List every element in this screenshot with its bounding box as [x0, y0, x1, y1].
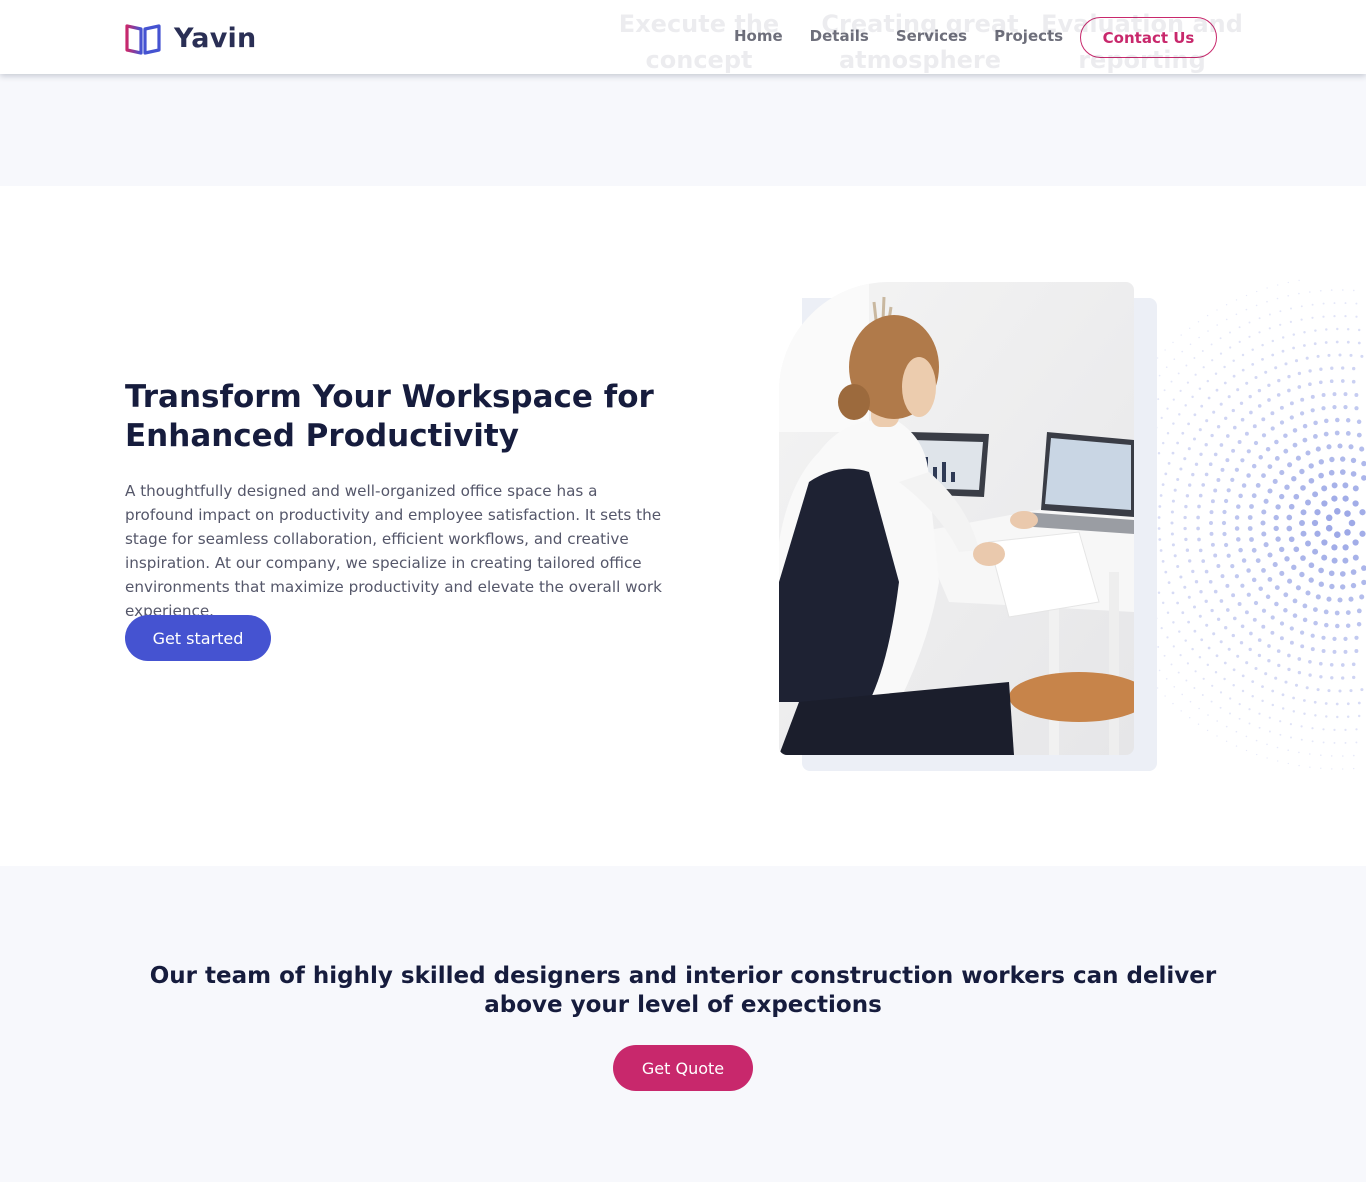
- main-nav: Home Details Services Projects: [734, 25, 1090, 47]
- cta-section: [0, 866, 1366, 1182]
- nav-home[interactable]: Home: [734, 25, 783, 47]
- nav-services[interactable]: Services: [896, 25, 967, 47]
- get-started-button[interactable]: Get started: [125, 615, 271, 661]
- dot-pattern-decoration: [1154, 279, 1366, 770]
- cta-title: Our team of highly skilled designers and…: [149, 963, 1217, 1018]
- brand-name: Yavin: [174, 22, 257, 54]
- hero-title: Transform Your Workspace for Enhanced Pr…: [125, 379, 654, 454]
- top-band: [0, 74, 1366, 186]
- get-quote-button[interactable]: Get Quote: [613, 1045, 753, 1091]
- nav-projects[interactable]: Projects: [994, 25, 1063, 47]
- book-icon: [125, 24, 161, 55]
- woman-at-laptop-photo: [779, 282, 1134, 755]
- hero-description: A thoughtfully designed and well-organiz…: [125, 482, 662, 620]
- nav-details[interactable]: Details: [810, 25, 869, 47]
- contact-us-button[interactable]: Contact Us: [1080, 17, 1217, 58]
- site-header: Yavin Home Details Services Projects Con…: [0, 0, 1366, 74]
- logo[interactable]: Yavin: [125, 20, 256, 56]
